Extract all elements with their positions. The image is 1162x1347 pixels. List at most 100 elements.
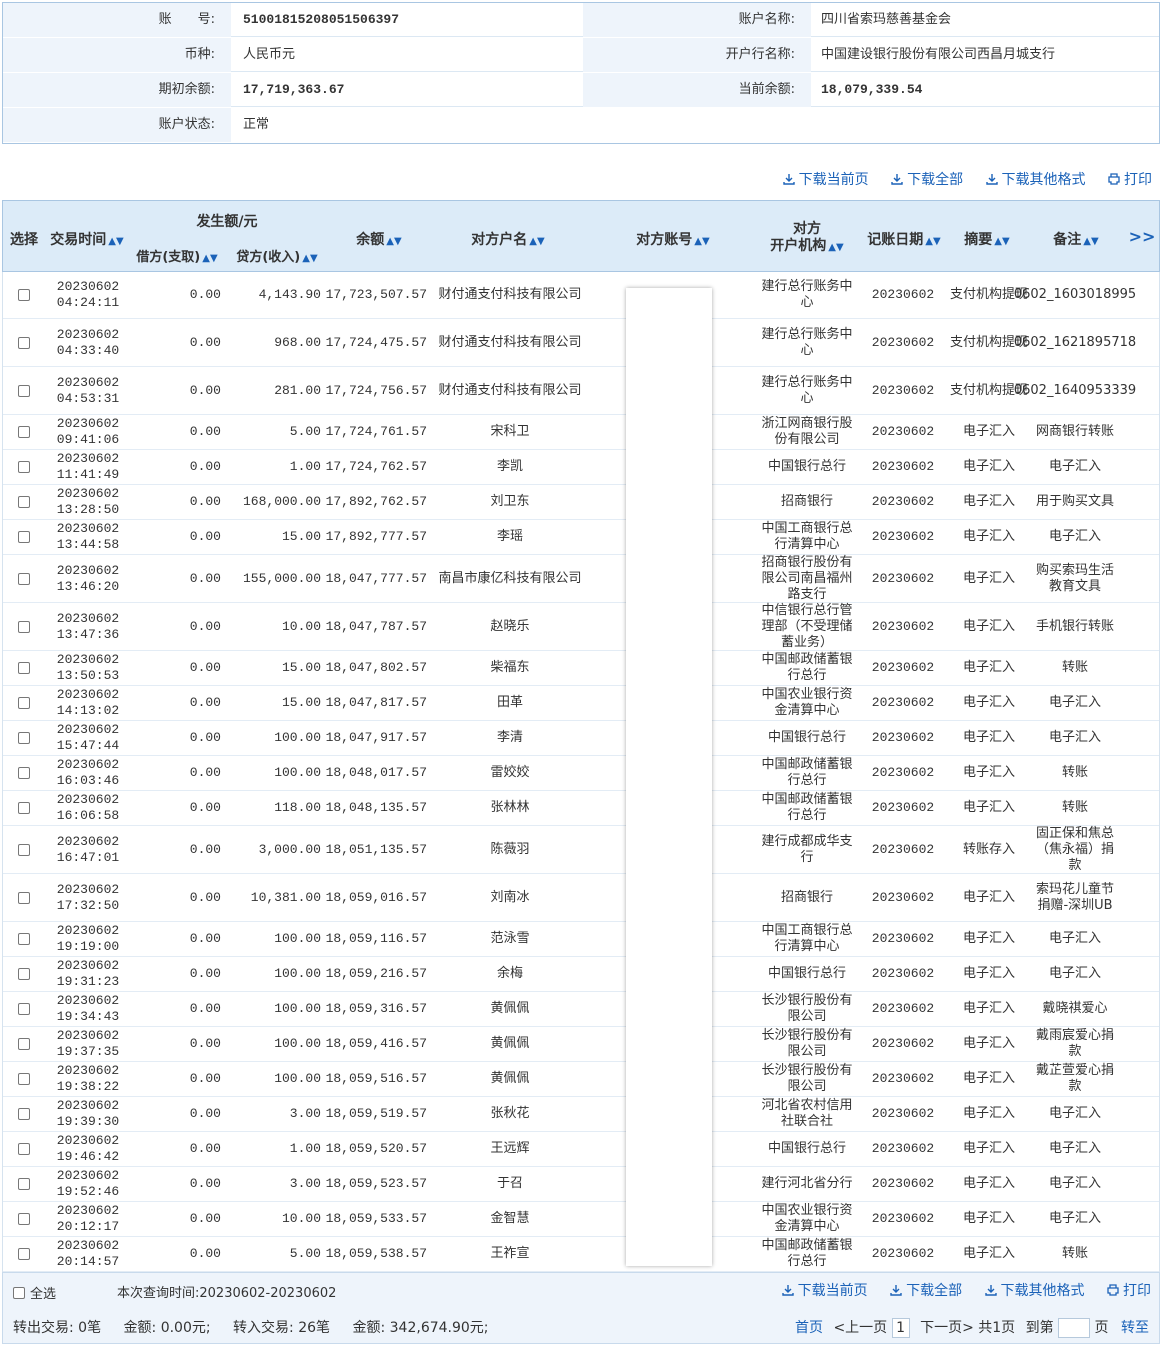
col-counter-bank[interactable]: 对方 开户机构 ▲▼ [755,221,859,256]
cell-time: 20230602 19:34:43 [47,992,129,1026]
cell-bank-text: 中国邮政储蓄银行总行 [761,757,853,788]
download-all-link[interactable]: 下载全部 [891,172,963,188]
current-page[interactable]: 1 [891,1318,910,1338]
table-row[interactable]: 20230602 19:37:35 0.00 100.00 18,059,416.57 黄… [3,1027,1159,1062]
row-checkbox[interactable] [18,1108,30,1120]
table-row[interactable]: 20230602 16:03:46 0.00 100.00 18,048,017.57 雷… [3,756,1159,791]
cell-bank: 建行总行账务中心 [757,272,857,318]
row-checkbox[interactable] [18,1248,30,1260]
goto-button[interactable]: 转至 [1121,1320,1149,1336]
row-checkbox[interactable] [18,336,30,349]
select-all-checkbox[interactable] [13,1286,25,1299]
goto-page-input[interactable] [1058,1318,1091,1338]
cell-credit-text: 3,000.00 [258,841,321,857]
table-row[interactable]: 20230602 13:50:53 0.00 15.00 18,047,802.57 柴福… [3,651,1159,686]
table-row[interactable]: 2023060219:52:460.003.0018,059,523.57于召6… [3,1167,1159,1202]
expand-columns-button[interactable]: >> [1127,227,1157,246]
table-row[interactable]: 20230602 19:34:43 0.00 100.00 18,059,316.57 黄… [3,992,1159,1027]
col-time[interactable]: 交易时间 ▲▼ [47,229,127,249]
row-checkbox[interactable] [18,531,30,543]
col-remark[interactable]: 备注 ▲▼ [1033,229,1119,249]
row-checkbox[interactable] [18,1213,30,1225]
table-row[interactable]: 20230602 19:19:00 0.00 100.00 18,059,116.57 范… [3,922,1159,957]
row-checkbox[interactable] [18,1143,30,1155]
col-credit[interactable]: 贷方(收入) ▲▼ [229,246,325,265]
cell-balance: 18,047,917.57 [326,721,433,755]
cell-name: 余梅 [435,957,585,991]
cell-debit: 0.00 [129,450,227,484]
table-row[interactable]: 2023060211:41:490.001.0017,724,762.57李凯6… [3,450,1159,485]
download-page-link[interactable]: 下载当前页 [781,1283,868,1299]
table-row[interactable]: 20230602 04:24:11 0.00 4,143.90 17,723,507.5… [3,272,1159,319]
cell-summary: 电子汇入 [947,555,1031,602]
cell-name-text: 黄佩佩 [490,1036,530,1051]
table-row[interactable]: 20230602 19:39:30 0.00 3.00 18,059,519.57 张秋花… [3,1097,1159,1132]
first-page-link[interactable]: 首页 [795,1320,823,1336]
row-checkbox[interactable] [18,891,30,904]
table-row[interactable]: 20230602 16:06:58 0.00 118.00 18,048,135.57 张… [3,791,1159,826]
row-checkbox[interactable] [18,968,30,980]
cell-remark: 电子汇入 [1035,1202,1115,1236]
table-row[interactable]: 20230602 09:41:06 0.00 5.00 17,724,761.57 宋科卫… [3,415,1159,450]
table-row[interactable]: 20230602 14:13:02 0.00 15.00 18,047,817.57 田革… [3,686,1159,721]
table-row[interactable]: 20230602 19:38:22 0.00 100.00 18,059,516.57 黄… [3,1062,1159,1097]
table-row[interactable]: 20230602 13:44:58 0.00 15.00 17,892,777.57 李瑶… [3,520,1159,555]
print-link[interactable]: 打印 [1108,172,1152,188]
row-checkbox[interactable] [18,1178,30,1190]
col-counterparty[interactable]: 对方户名 ▲▼ [433,229,583,249]
select-all[interactable]: 全选 [13,1283,56,1302]
download-other-link[interactable]: 下载其他格式 [984,1283,1085,1299]
cell-bank-text: 中国工商银行总行清算中心 [761,521,853,552]
col-balance[interactable]: 余额 ▲▼ [327,229,431,249]
col-book-date[interactable]: 记账日期 ▲▼ [861,229,947,249]
row-checkbox[interactable] [18,697,30,709]
cell-bank-text: 中国邮政储蓄银行总行 [761,652,853,683]
table-row[interactable]: 20230602 15:47:44 0.00 100.00 18,047,917.57 李… [3,721,1159,756]
cell-bank-text: 中国邮政储蓄银行总行 [761,1238,853,1269]
row-checkbox[interactable] [18,662,30,674]
row-checkbox[interactable] [18,933,30,945]
download-other-link[interactable]: 下载其他格式 [985,172,1086,188]
row-checkbox[interactable] [18,1003,30,1015]
next-page-link[interactable]: 下一页> [920,1320,974,1336]
table-row[interactable]: 20230602 04:53:31 0.00 281.00 17,724,756.57 财… [3,367,1159,415]
table-row[interactable]: 20230602 16:47:01 0.00 3,000.00 18,051,135.5… [3,826,1159,874]
row-checkbox[interactable] [18,461,30,473]
table-row[interactable]: 20230602 13:47:36 0.00 10.00 18,047,787.57 赵晓… [3,603,1159,651]
cell-name-text: 财付通支付科技有限公司 [438,382,582,398]
cell-name: 王祚宣 [435,1237,585,1271]
download-all-label: 下载全部 [906,1283,963,1299]
prev-page-link[interactable]: <上一页 [833,1320,887,1336]
row-checkbox[interactable] [18,843,30,856]
row-checkbox[interactable] [18,289,30,301]
table-row[interactable]: 20230602 19:46:42 0.00 1.00 18,059,520.57 王远辉… [3,1132,1159,1167]
row-checkbox[interactable] [18,1038,30,1050]
row-checkbox[interactable] [18,620,30,633]
table-row[interactable]: 20230602 20:14:57 0.00 5.00 18,059,538.57 王祚宣… [3,1237,1159,1272]
table-row[interactable]: 20230602 20:12:17 0.00 10.00 18,059,533.57 金智… [3,1202,1159,1237]
row-checkbox[interactable] [18,426,30,438]
row-checkbox[interactable] [18,732,30,744]
download-page-link[interactable]: 下载当前页 [782,172,869,188]
col-debit[interactable]: 借方(支取) ▲▼ [129,246,225,265]
print-link[interactable]: 打印 [1107,1283,1151,1299]
row-checkbox[interactable] [18,572,30,585]
cell-debit-text: 0.00 [189,800,221,815]
row-checkbox[interactable] [18,496,30,508]
col-counter-account[interactable]: 对方账号 ▲▼ [593,229,753,249]
row-checkbox[interactable] [18,767,30,779]
table-row[interactable]: 20230602 19:31:23 0.00 100.00 18,059,216.57 余… [3,957,1159,992]
table-row[interactable]: 20230602 13:46:20 0.00 155,000.00 18,047,777… [3,555,1159,603]
cell-summary-text: 电子汇入 [962,800,1015,815]
table-row[interactable]: 20230602 17:32:50 0.00 10,381.00 18,059,016.… [3,874,1159,922]
col-summary[interactable]: 摘要 ▲▼ [945,229,1029,249]
table-row[interactable]: 20230602 04:33:40 0.00 968.00 17,724,475.57 财… [3,319,1159,367]
download-all-link[interactable]: 下载全部 [890,1283,962,1299]
cell-debit: 0.00 [129,1202,227,1236]
table-row[interactable]: 20230602 13:28:50 0.00 168,000.00 17,892,762… [3,485,1159,520]
row-checkbox[interactable] [18,802,30,814]
row-checkbox[interactable] [18,384,30,397]
cell-bank-text: 招商银行 [780,494,833,509]
row-checkbox[interactable] [18,1073,30,1085]
cell-time: 20230602 04:24:11 [47,272,129,318]
